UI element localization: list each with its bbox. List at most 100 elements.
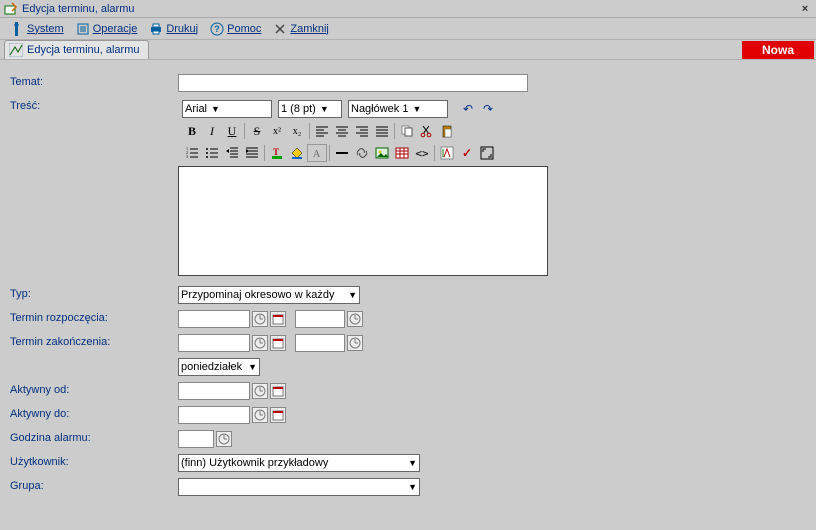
italic-icon[interactable]: I <box>202 122 222 140</box>
image-icon[interactable] <box>372 144 392 162</box>
align-justify-icon[interactable] <box>372 122 392 140</box>
label-termin-zakonczenia: Termin zakończenia: <box>10 334 178 348</box>
editor-toolbar-1: Arial▼ 1 (8 pt)▼ Nagłówek 1▼ ↶ ↷ <box>178 98 548 120</box>
clock-picker-icon[interactable] <box>216 431 232 447</box>
select-typ-value: Przypominaj okresowo w każdy <box>181 289 334 301</box>
remove-format-icon[interactable]: A <box>307 144 327 162</box>
calendar-picker-icon[interactable] <box>270 335 286 351</box>
undo-icon[interactable]: ↶ <box>458 100 478 118</box>
select-typ[interactable]: Przypominaj okresowo w każdy ▼ <box>178 286 360 304</box>
editor-size-value: 1 (8 pt) <box>281 103 316 115</box>
input-active-to[interactable] <box>178 406 250 424</box>
editor-heading-value: Nagłówek 1 <box>351 103 408 115</box>
toolbar-separator <box>244 123 245 139</box>
form-area: Temat: Treść: Arial▼ 1 (8 pt)▼ <box>0 60 816 506</box>
input-start-time[interactable] <box>295 310 345 328</box>
svg-text:A: A <box>313 149 321 160</box>
calendar-picker-icon[interactable] <box>270 311 286 327</box>
clock-picker-icon[interactable] <box>252 383 268 399</box>
clock-picker-icon[interactable] <box>252 407 268 423</box>
input-temat[interactable] <box>178 74 528 92</box>
label-uzytkownik: Użytkownik: <box>10 454 178 468</box>
select-day-value: poniedziałek <box>181 361 242 373</box>
menu-operacje-label: Operacje <box>93 23 138 35</box>
html-source-icon[interactable]: <> <box>412 144 432 162</box>
input-end-date[interactable] <box>178 334 250 352</box>
window-close-button[interactable]: × <box>798 3 812 15</box>
clock-picker-icon[interactable] <box>252 311 268 327</box>
menu-zamknij[interactable]: Zamknij <box>267 22 335 36</box>
font-color-icon[interactable]: T <box>267 144 287 162</box>
window-titlebar: Edycja terminu, alarmu × <box>0 0 816 18</box>
toolbar-separator <box>434 145 435 161</box>
bold-icon[interactable]: B <box>182 122 202 140</box>
toolbar-separator <box>329 145 330 161</box>
select-user[interactable]: (finn) Użytkownik przykładowy ▼ <box>178 454 420 472</box>
label-godzina-alarmu: Godzina alarmu: <box>10 430 178 444</box>
label-tresc: Treść: <box>10 98 178 112</box>
status-badge-nowa: Nowa <box>742 41 814 59</box>
menu-drukuj[interactable]: Drukuj <box>143 22 204 36</box>
editor-font-select[interactable]: Arial▼ <box>182 100 272 118</box>
window-icon <box>4 2 18 16</box>
clock-picker-icon[interactable] <box>347 311 363 327</box>
menu-pomoc[interactable]: ? Pomoc <box>204 22 267 36</box>
svg-text:3: 3 <box>186 154 188 159</box>
toolbar-separator <box>309 123 310 139</box>
editor-content-area[interactable] <box>178 166 548 276</box>
menu-operacje[interactable]: Operacje <box>70 22 144 36</box>
link-icon[interactable] <box>352 144 372 162</box>
subscript-icon[interactable]: x₂ <box>287 122 307 140</box>
editor-font-value: Arial <box>185 103 207 115</box>
special-char-icon[interactable] <box>437 144 457 162</box>
superscript-icon[interactable]: x² <box>267 122 287 140</box>
toolbar-separator <box>394 123 395 139</box>
menu-drukuj-label: Drukuj <box>166 23 198 35</box>
horizontal-rule-icon[interactable] <box>332 144 352 162</box>
paste-icon[interactable] <box>437 122 457 140</box>
outdent-icon[interactable] <box>222 144 242 162</box>
menu-system[interactable]: System <box>4 22 70 36</box>
label-termin-rozpoczecia: Termin rozpoczęcia: <box>10 310 178 324</box>
unordered-list-icon[interactable] <box>202 144 222 162</box>
align-left-icon[interactable] <box>312 122 332 140</box>
active-tab[interactable]: Edycja terminu, alarmu <box>4 40 149 59</box>
sub-header: Edycja terminu, alarmu Nowa <box>0 40 816 60</box>
tab-icon <box>9 43 23 57</box>
select-user-value: (finn) Użytkownik przykładowy <box>181 457 328 469</box>
select-group[interactable]: ▼ <box>178 478 420 496</box>
calendar-picker-icon[interactable] <box>270 407 286 423</box>
redo-icon[interactable]: ↷ <box>478 100 498 118</box>
ordered-list-icon[interactable]: 123 <box>182 144 202 162</box>
toolbar-separator <box>264 145 265 161</box>
cut-icon[interactable] <box>417 122 437 140</box>
select-day[interactable]: poniedziałek ▼ <box>178 358 260 376</box>
input-end-time[interactable] <box>295 334 345 352</box>
label-grupa: Grupa: <box>10 478 178 492</box>
copy-icon[interactable] <box>397 122 417 140</box>
calendar-picker-icon[interactable] <box>270 383 286 399</box>
indent-icon[interactable] <box>242 144 262 162</box>
editor-size-select[interactable]: 1 (8 pt)▼ <box>278 100 342 118</box>
fullscreen-icon[interactable] <box>477 144 497 162</box>
tab-label: Edycja terminu, alarmu <box>27 44 140 56</box>
print-icon <box>149 22 163 36</box>
menu-system-label: System <box>27 23 64 35</box>
clock-picker-icon[interactable] <box>252 335 268 351</box>
input-active-from[interactable] <box>178 382 250 400</box>
background-color-icon[interactable] <box>287 144 307 162</box>
table-icon[interactable] <box>392 144 412 162</box>
input-alarm-time[interactable] <box>178 430 214 448</box>
system-icon <box>10 22 24 36</box>
strikethrough-icon[interactable]: S <box>247 122 267 140</box>
underline-icon[interactable]: U <box>222 122 242 140</box>
window-title: Edycja terminu, alarmu <box>22 3 798 15</box>
operations-icon <box>76 22 90 36</box>
align-right-icon[interactable] <box>352 122 372 140</box>
input-start-date[interactable] <box>178 310 250 328</box>
editor-heading-select[interactable]: Nagłówek 1▼ <box>348 100 448 118</box>
help-icon: ? <box>210 22 224 36</box>
clock-picker-icon[interactable] <box>347 335 363 351</box>
spellcheck-icon[interactable]: ✓ <box>457 144 477 162</box>
align-center-icon[interactable] <box>332 122 352 140</box>
